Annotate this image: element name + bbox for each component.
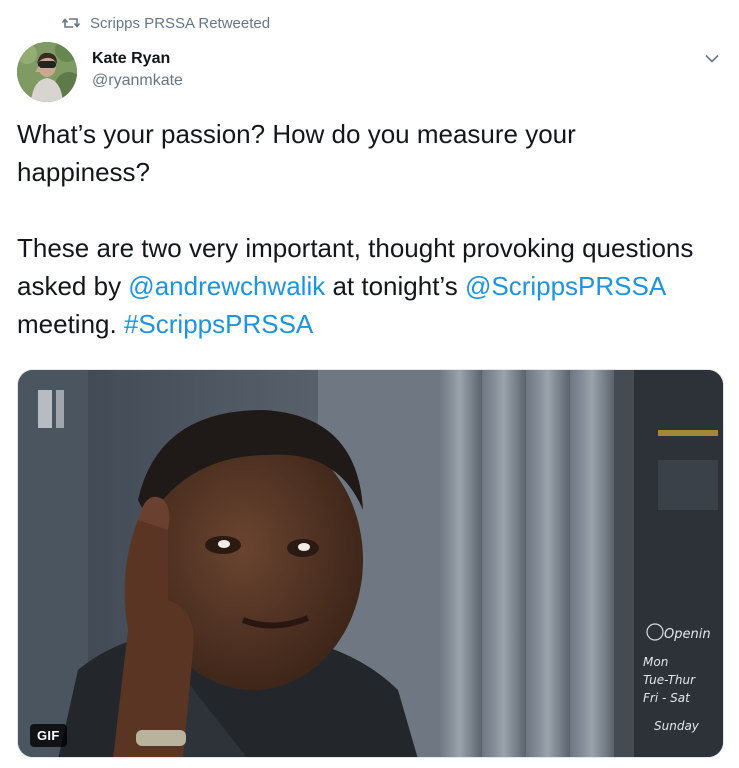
sign-line-0: Openin (664, 627, 711, 642)
tweet-menu-button[interactable] (699, 46, 725, 72)
mention-andrewchwalik[interactable]: @andrewchwalik (128, 271, 325, 301)
tweet-paragraph-1: What’s your passion? How do you measure … (17, 119, 576, 187)
tweet-text-segment: at tonight’s (325, 271, 465, 301)
author-block[interactable]: Kate Ryan @ryanmkate (92, 48, 183, 92)
author-handle[interactable]: @ryanmkate (92, 70, 183, 92)
tweet-text-segment: meeting. (17, 309, 124, 339)
gif-frame: Openin Mon Tue-Thur Fri - Sat Sunday (18, 370, 723, 757)
hashtag-scrippsprssa[interactable]: #ScrippsPRSSA (124, 309, 313, 339)
sign-line-3: Fri - Sat (643, 691, 691, 705)
retweet-icon (62, 16, 80, 30)
tweet-card[interactable]: Scripps PRSSA Retweeted Kate Ryan @ryanm… (0, 0, 739, 768)
tweet-text: What’s your passion? How do you measure … (17, 115, 707, 343)
chevron-down-icon (705, 50, 719, 68)
retweet-label: Scripps PRSSA Retweeted (90, 14, 271, 32)
sign-line-2: Tue-Thur (643, 673, 696, 687)
sign-line-1: Mon (643, 655, 668, 669)
avatar[interactable] (17, 42, 77, 102)
sign-line-4: Sunday (654, 719, 700, 733)
author-name[interactable]: Kate Ryan (92, 48, 183, 70)
tweet-paragraph-2: These are two very important, thought pr… (17, 229, 707, 343)
gif-badge: GIF (30, 724, 67, 747)
gif-media[interactable]: Openin Mon Tue-Thur Fri - Sat Sunday GIF (17, 369, 724, 758)
retweet-context[interactable]: Scripps PRSSA Retweeted (62, 12, 270, 34)
mention-scrippsprssa[interactable]: @ScrippsPRSSA (465, 271, 665, 301)
